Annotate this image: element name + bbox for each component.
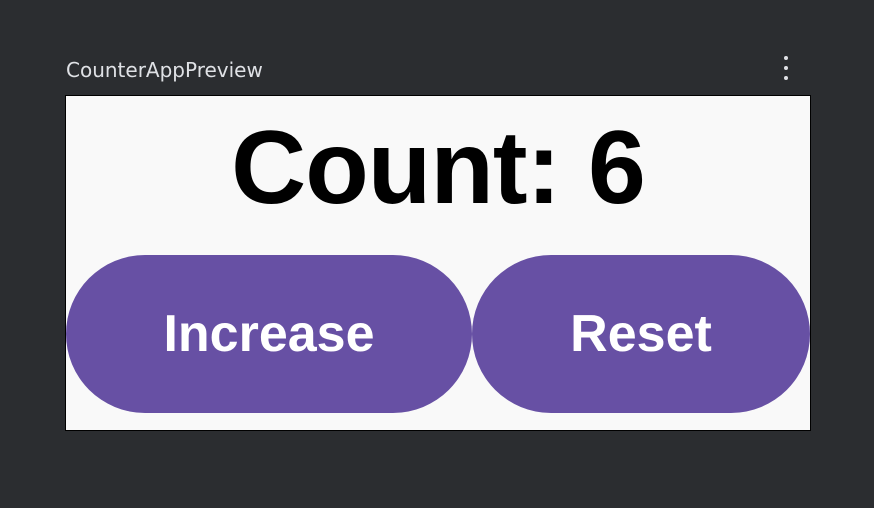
menu-dot [784, 76, 788, 80]
increase-button[interactable]: Increase [66, 255, 472, 413]
more-options-icon[interactable] [776, 56, 796, 84]
preview-title: CounterAppPreview [66, 58, 263, 82]
preview-frame: Count: 6 Increase Reset [65, 95, 811, 431]
menu-dot [784, 56, 788, 60]
reset-button[interactable]: Reset [472, 255, 810, 413]
preview-header: CounterAppPreview [66, 56, 810, 84]
menu-dot [784, 66, 788, 70]
count-label: Count: 6 [231, 110, 646, 226]
